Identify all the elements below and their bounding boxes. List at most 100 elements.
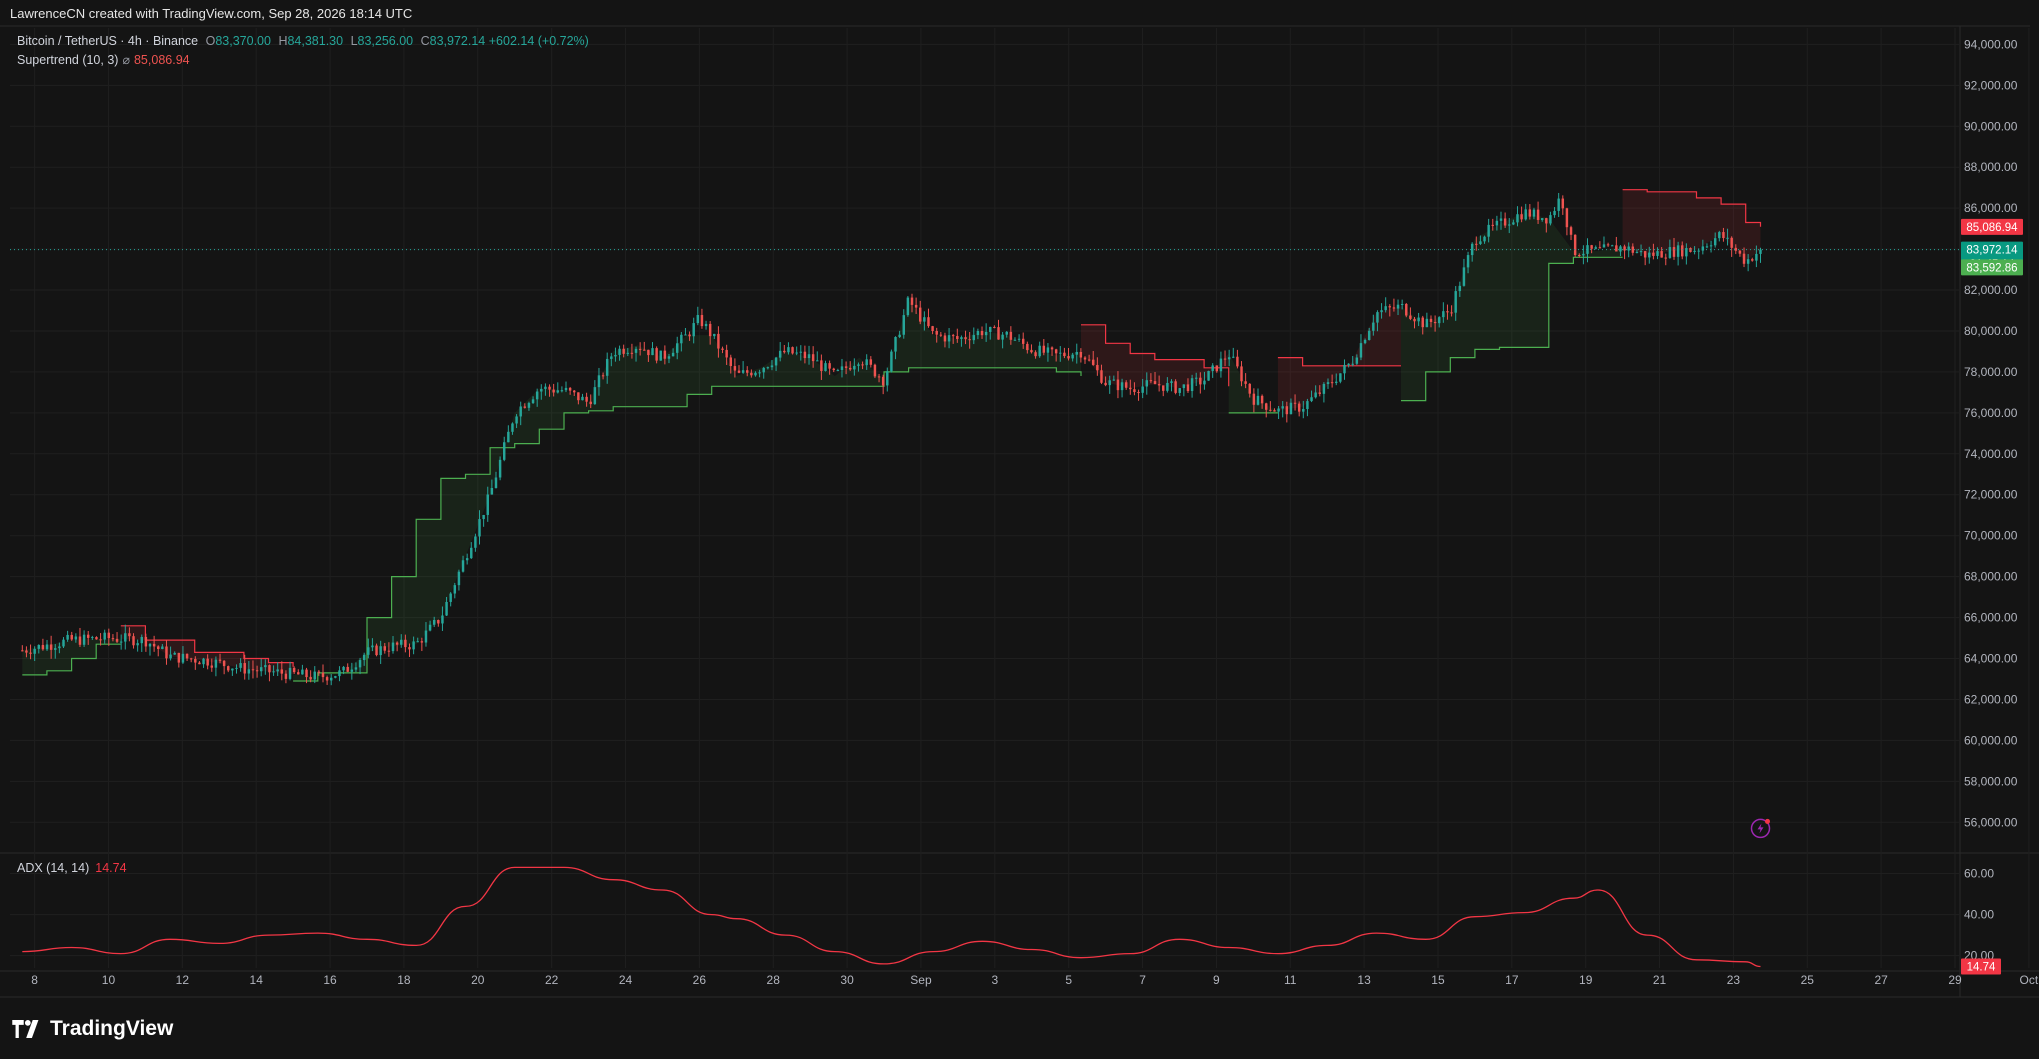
adx-value: 14.74 bbox=[95, 861, 127, 875]
x-tick-label: 16 bbox=[323, 973, 337, 987]
y-tick-label: 66,000.00 bbox=[1964, 611, 2018, 625]
candle-body bbox=[1524, 209, 1527, 220]
candle-body bbox=[157, 646, 160, 650]
candle-body bbox=[1343, 364, 1346, 374]
candle-body bbox=[877, 376, 881, 378]
candle-body bbox=[531, 399, 535, 404]
candle-body bbox=[1606, 244, 1610, 246]
candle-body bbox=[634, 348, 638, 353]
candle-body bbox=[1610, 245, 1614, 247]
candle-body bbox=[1417, 317, 1420, 322]
candle-body bbox=[1322, 383, 1326, 394]
x-tick-label: 12 bbox=[176, 973, 190, 987]
candle-body bbox=[573, 390, 576, 393]
candle-body bbox=[387, 650, 391, 652]
x-tick-label: 20 bbox=[471, 973, 485, 987]
candle-body bbox=[1487, 224, 1490, 237]
candle-body bbox=[1297, 403, 1301, 412]
candle-body bbox=[832, 368, 835, 371]
y-tick-label: 56,000.00 bbox=[1964, 815, 2018, 829]
eye-icon[interactable]: ⌀ bbox=[122, 53, 130, 67]
candle-body bbox=[29, 652, 32, 654]
candle-body bbox=[717, 333, 720, 349]
candle-body bbox=[404, 639, 407, 648]
adx-y-tick-label: 60.00 bbox=[1964, 867, 1994, 881]
candle-body bbox=[301, 669, 304, 675]
y-tick-label: 68,000.00 bbox=[1964, 570, 2018, 584]
candle-body bbox=[1396, 304, 1400, 309]
candle-body bbox=[1223, 358, 1227, 360]
candle-body bbox=[309, 677, 312, 680]
candle-body bbox=[288, 667, 292, 679]
candle-body bbox=[1124, 382, 1128, 388]
candle-body bbox=[1470, 243, 1474, 256]
candle-body bbox=[1310, 397, 1313, 402]
tradingview-logo[interactable]: TradingView bbox=[12, 1017, 173, 1041]
candle-body bbox=[655, 348, 658, 361]
candle-body bbox=[1520, 214, 1523, 220]
candle-body bbox=[1059, 352, 1062, 354]
candle-body bbox=[1400, 303, 1404, 305]
candle-body bbox=[968, 339, 971, 341]
symbol-name: Bitcoin / TetherUS · 4h · Binance bbox=[17, 34, 199, 48]
candle-body bbox=[548, 386, 551, 390]
candle-body bbox=[1619, 246, 1622, 252]
candle-body bbox=[721, 348, 724, 350]
candle-body bbox=[185, 653, 189, 659]
candle-body bbox=[115, 638, 119, 642]
candle-body bbox=[1194, 377, 1198, 379]
candle-body bbox=[1087, 359, 1091, 361]
y-tick-label: 70,000.00 bbox=[1964, 529, 2018, 543]
candle-body bbox=[470, 547, 473, 559]
candle-body bbox=[1285, 406, 1289, 415]
candle-body bbox=[552, 389, 555, 393]
x-tick-label: 8 bbox=[31, 973, 38, 987]
candle-body bbox=[680, 334, 683, 344]
candle-body bbox=[1335, 381, 1338, 383]
candle-body bbox=[1186, 384, 1190, 392]
x-tick-label: 28 bbox=[767, 973, 781, 987]
candle-body bbox=[1499, 218, 1503, 221]
y-tick-label: 90,000.00 bbox=[1964, 119, 2018, 133]
candle-body bbox=[1475, 243, 1478, 245]
candle-body bbox=[1446, 311, 1449, 313]
candle-body bbox=[1096, 364, 1099, 371]
candle-body bbox=[152, 643, 156, 647]
candle-body bbox=[437, 619, 440, 624]
candle-body bbox=[350, 669, 354, 672]
candle-body bbox=[45, 644, 49, 650]
candle-body bbox=[1738, 250, 1742, 254]
candle-body bbox=[684, 334, 687, 336]
candle-body bbox=[1557, 198, 1560, 211]
candle-body bbox=[1392, 307, 1396, 309]
candle-body bbox=[1038, 345, 1041, 357]
candle-body bbox=[931, 326, 934, 332]
candle-body bbox=[1660, 251, 1663, 258]
candle-body bbox=[251, 669, 255, 671]
candle-body bbox=[1034, 352, 1037, 357]
candle-body bbox=[1380, 310, 1383, 313]
candle-body bbox=[1046, 347, 1050, 353]
candle-body bbox=[630, 352, 634, 354]
candle-body bbox=[371, 645, 374, 648]
candle-body bbox=[820, 360, 823, 371]
candle-body bbox=[222, 660, 226, 667]
candle-body bbox=[1623, 246, 1626, 251]
y-tick-label: 58,000.00 bbox=[1964, 774, 2018, 788]
candle-body bbox=[577, 392, 580, 401]
candle-body bbox=[919, 307, 922, 322]
candle-body bbox=[671, 352, 675, 357]
candle-body bbox=[873, 364, 877, 377]
candle-body bbox=[923, 317, 926, 322]
candle-body bbox=[346, 666, 349, 672]
candle-body bbox=[1433, 321, 1437, 324]
candle-body bbox=[618, 348, 621, 355]
candle-body bbox=[486, 494, 489, 515]
candle-body bbox=[280, 669, 284, 674]
candle-body bbox=[597, 375, 601, 388]
candle-body bbox=[1001, 334, 1004, 340]
candle-body bbox=[741, 370, 745, 373]
candle-body bbox=[774, 357, 778, 366]
chart-canvas[interactable]: 94,000.00 92,000.00 90,000.00 88,000.00 86,0… bbox=[0, 0, 2039, 1059]
candle-body bbox=[593, 387, 597, 405]
